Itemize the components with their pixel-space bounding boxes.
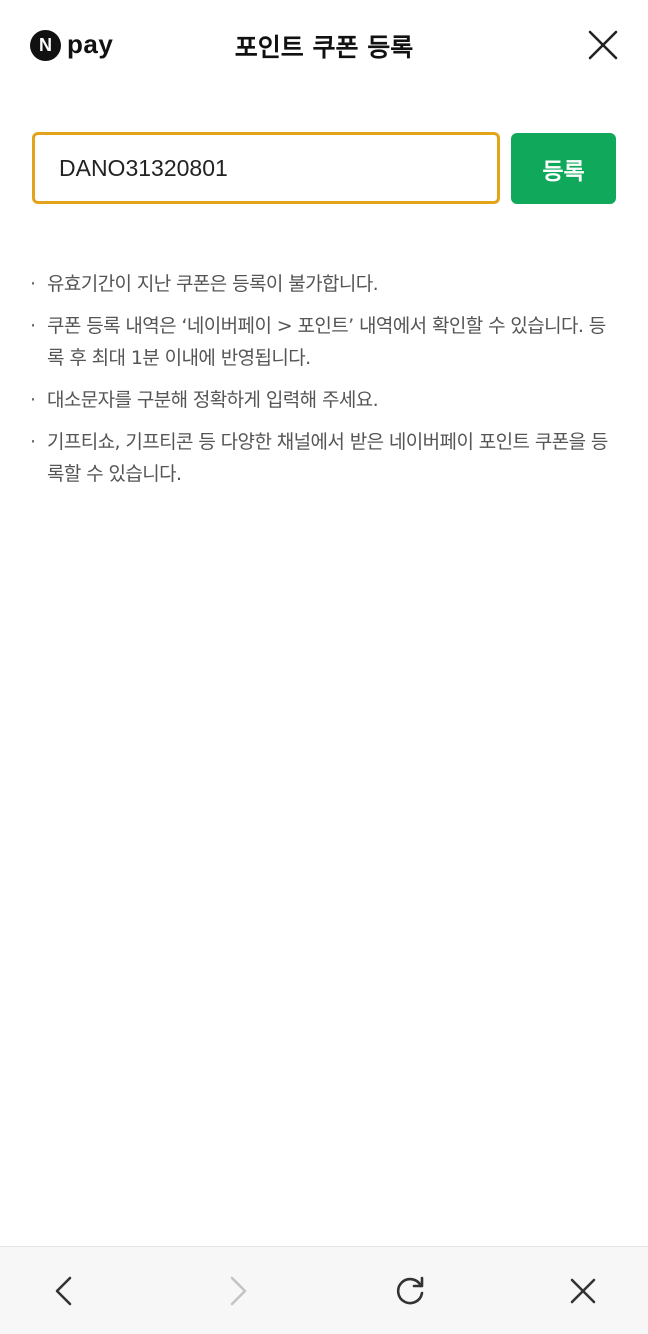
notice-item: · 쿠폰 등록 내역은 ‘네이버페이 > 포인트’ 내역에서 확인할 수 있습니… bbox=[30, 310, 620, 374]
notice-item: · 대소문자를 구분해 정확하게 입력해 주세요. bbox=[30, 384, 620, 416]
close-button[interactable] bbox=[585, 27, 621, 63]
bullet: · bbox=[30, 273, 36, 295]
coupon-code-input[interactable] bbox=[32, 132, 500, 204]
register-button[interactable]: 등록 bbox=[511, 133, 616, 204]
notice-item: · 유효기간이 지난 쿠폰은 등록이 불가합니다. bbox=[30, 268, 620, 300]
notice-text: 기프티쇼, 기프티콘 등 다양한 채널에서 받은 네이버페이 포인트 쿠폰을 등… bbox=[47, 431, 608, 485]
forward-icon bbox=[230, 1276, 247, 1306]
page-title: 포인트 쿠폰 등록 bbox=[234, 33, 414, 62]
bullet: · bbox=[30, 389, 36, 411]
notice-text: 대소문자를 구분해 정확하게 입력해 주세요. bbox=[47, 389, 379, 411]
back-icon bbox=[55, 1276, 72, 1306]
notice-text: 쿠폰 등록 내역은 ‘네이버페이 > 포인트’ 내역에서 확인할 수 있습니다.… bbox=[47, 315, 606, 369]
forward-button[interactable] bbox=[218, 1271, 258, 1311]
close-icon bbox=[588, 30, 618, 60]
bullet: · bbox=[30, 431, 36, 453]
refresh-icon bbox=[396, 1276, 424, 1305]
close-icon bbox=[570, 1278, 596, 1304]
browser-toolbar bbox=[0, 1246, 648, 1334]
header: N pay 포인트 쿠폰 등록 bbox=[0, 0, 648, 90]
notice-text: 유효기간이 지난 쿠폰은 등록이 불가합니다. bbox=[47, 273, 379, 295]
back-button[interactable] bbox=[44, 1271, 84, 1311]
refresh-button[interactable] bbox=[390, 1271, 430, 1311]
close-tab-button[interactable] bbox=[563, 1271, 603, 1311]
bullet: · bbox=[30, 315, 36, 337]
notice-list: · 유효기간이 지난 쿠폰은 등록이 불가합니다. · 쿠폰 등록 내역은 ‘네… bbox=[30, 268, 620, 500]
notice-item: · 기프티쇼, 기프티콘 등 다양한 채널에서 받은 네이버페이 포인트 쿠폰을… bbox=[30, 426, 620, 490]
